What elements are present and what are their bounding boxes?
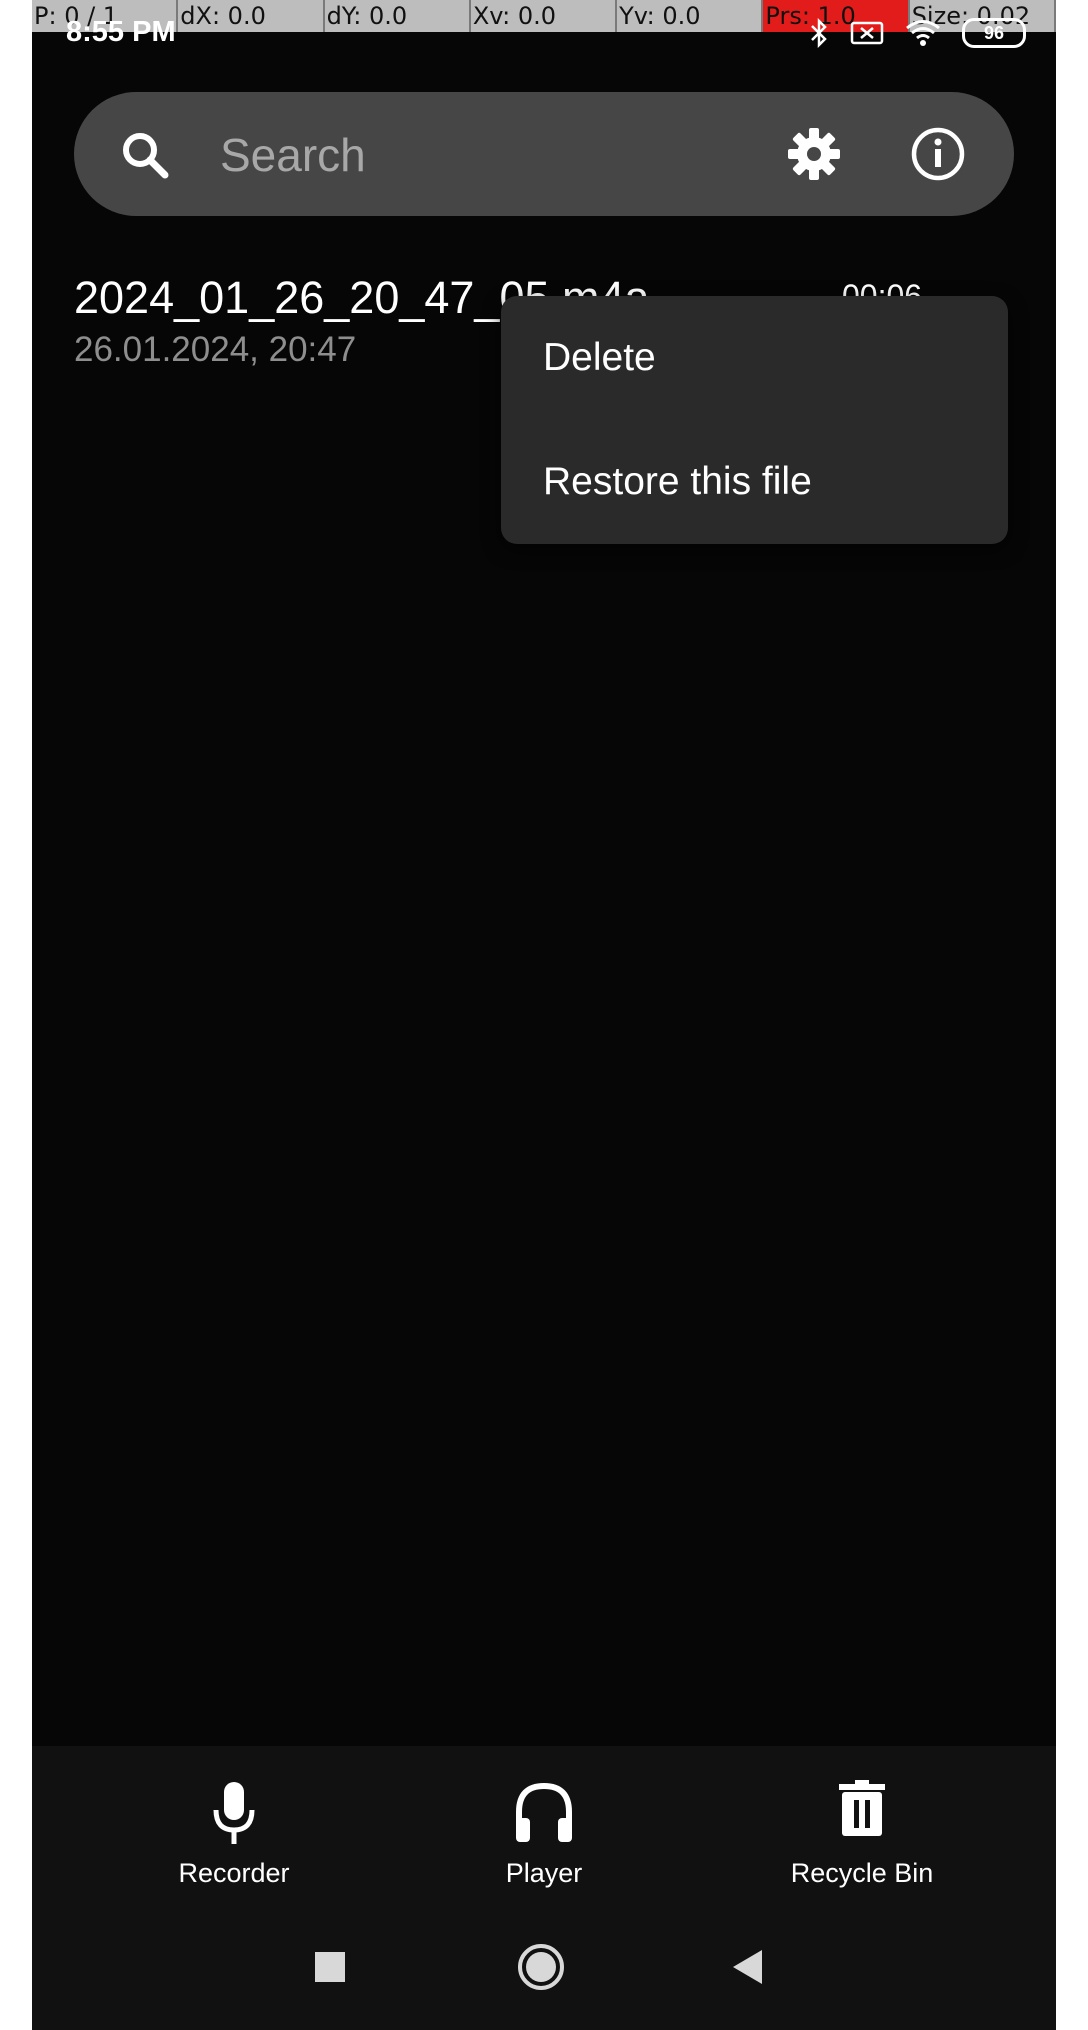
tab-player[interactable]: Player: [424, 1746, 664, 1896]
microphone-icon: [213, 1782, 255, 1844]
headphones-icon: [516, 1782, 572, 1842]
app-screen: P: 0 / 1 dX: 0.0 dY: 0.0 Xv: 0.0 Yv: 0.0…: [32, 0, 1056, 2030]
recording-date: 26.01.2024, 20:47: [74, 330, 357, 369]
tab-recycle-bin[interactable]: Recycle Bin: [742, 1746, 982, 1896]
search-input[interactable]: [218, 122, 782, 188]
back-triangle-icon[interactable]: [732, 1949, 764, 1985]
trash-icon: [839, 1780, 885, 1836]
bluetooth-icon: [811, 18, 827, 48]
debug-dx: dX: 0.0: [178, 0, 325, 32]
tab-recycle-bin-label: Recycle Bin: [790, 1858, 934, 1888]
gear-icon[interactable]: [784, 124, 844, 184]
wifi-icon: [906, 20, 940, 46]
battery-icon: 96: [962, 18, 1026, 48]
debug-xv: Xv: 0.0: [471, 0, 618, 32]
debug-dy: dY: 0.0: [325, 0, 471, 32]
recents-square-icon[interactable]: [315, 1952, 345, 1982]
context-menu: Delete Restore this file: [501, 296, 1008, 544]
tab-recorder-label: Recorder: [178, 1858, 290, 1888]
screen-cast-icon: [850, 21, 884, 45]
tab-player-label: Player: [505, 1858, 583, 1888]
bottom-navigation: Recorder Player Recycle Bin: [32, 1746, 1056, 1896]
status-icons: 96: [808, 18, 1026, 48]
home-circle-icon[interactable]: [517, 1943, 565, 1991]
search-bar: [74, 92, 1014, 216]
delete-menu-item[interactable]: Delete: [501, 296, 1008, 420]
debug-yv: Yv: 0.0: [617, 0, 764, 32]
tab-recorder[interactable]: Recorder: [114, 1746, 354, 1896]
info-icon[interactable]: [908, 124, 968, 184]
status-time: 8:55 PM: [66, 16, 176, 48]
search-icon[interactable]: [120, 130, 170, 180]
restore-file-menu-item[interactable]: Restore this file: [501, 420, 1008, 544]
system-navigation-bar: [32, 1896, 1056, 2030]
